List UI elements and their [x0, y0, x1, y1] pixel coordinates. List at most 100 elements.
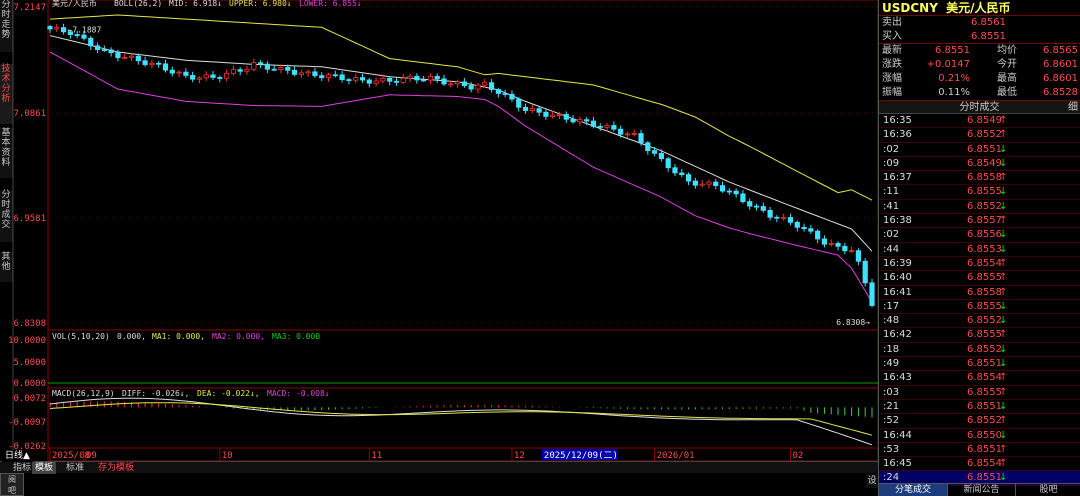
trade-direction-icon: ↓	[999, 243, 1008, 255]
period-selector[interactable]: 日线▲	[2, 450, 33, 462]
tab-other[interactable]: 其他	[0, 252, 13, 282]
candle-body	[713, 181, 719, 187]
macd-diff-line	[49, 397, 873, 446]
indicator-label: DEA: -0.022↓,	[197, 389, 260, 398]
trade-direction-icon: ↓	[999, 200, 1008, 212]
tab-intraday-trades[interactable]: 分时成交	[0, 190, 13, 242]
stat-value: 6.8528	[1043, 87, 1078, 98]
tab-fundamentals[interactable]: 基本资料	[0, 128, 13, 178]
buy-row: 买入 6.8551	[879, 30, 1080, 44]
trade-price: 6.8558	[967, 172, 1002, 184]
trade-row[interactable]: :02 6.8551 ↓	[879, 143, 1080, 157]
trade-row[interactable]: :18 6.8552 ↓	[879, 343, 1080, 358]
trade-price: 6.8552	[967, 343, 1002, 355]
candle-body	[658, 152, 665, 160]
trade-row[interactable]: :03 6.8555 ↑	[879, 386, 1080, 400]
trades-list[interactable]: 16:35 6.8549 ↑ 16:36 6.8552 ↑:02 6.8551 ↓:09 6.8…	[879, 114, 1080, 486]
side-mini-button[interactable]: 阅 吧	[0, 473, 24, 496]
sell-row: 卖出 6.8561	[879, 16, 1080, 30]
tab-tick-trades[interactable]: 分笔成交	[879, 484, 947, 496]
tab-save-template[interactable]: 存为模板	[95, 462, 137, 474]
tab-news[interactable]: 新闻公告	[947, 484, 1015, 496]
volume-tick-label: 0.0000	[13, 379, 46, 389]
settings-button[interactable]: 设	[866, 474, 878, 488]
tab-forum[interactable]: 股吧	[1015, 484, 1080, 496]
chart-title: 美元/人民币	[52, 0, 97, 8]
stat-value: 6.8601	[1043, 59, 1078, 70]
trade-row[interactable]: :21 6.8551 ↓	[879, 400, 1080, 415]
candle-body	[190, 75, 196, 80]
candle-body	[869, 282, 875, 306]
macd-tick-label: 0.0072	[13, 394, 46, 404]
candle-body	[319, 75, 325, 79]
sell-price: 6.8561	[971, 17, 1006, 28]
candle-body	[652, 150, 658, 154]
trade-time: 16:41	[883, 286, 912, 298]
symbol-name: 美元/人民币	[946, 1, 1011, 15]
trade-row[interactable]: :44 6.8553 ↓	[879, 243, 1080, 257]
candle-body	[495, 89, 501, 94]
trade-row[interactable]: 16:45 6.8554 ↑	[879, 457, 1080, 472]
candle-body	[645, 142, 651, 152]
candle-body	[455, 81, 461, 85]
trade-direction-icon: ↓	[999, 186, 1008, 198]
trade-row[interactable]: :53 6.8551 ↑	[879, 443, 1080, 458]
trade-row[interactable]: :52 6.8552 ↑	[879, 414, 1080, 429]
date-label: 09	[86, 451, 97, 461]
candle-body	[590, 120, 597, 127]
trade-time: :02	[883, 143, 900, 155]
buy-price: 6.8551	[971, 31, 1006, 42]
candle-body	[685, 174, 692, 182]
trade-row[interactable]: 16:38 6.8557 ↑	[879, 214, 1080, 229]
candle-body	[244, 68, 250, 72]
trade-row[interactable]: :17 6.8555 ↓	[879, 300, 1080, 315]
candle-body	[672, 167, 678, 174]
tab-template[interactable]: 模板	[32, 462, 57, 474]
candle-body	[393, 80, 400, 83]
stat-label: 最低	[997, 87, 1017, 98]
trade-row[interactable]: 16:37 6.8558 ↑	[879, 171, 1080, 186]
candle-body	[264, 63, 270, 70]
trade-row[interactable]: 16:41 6.8558 ↑	[879, 286, 1080, 300]
candle-body	[747, 201, 753, 207]
trade-row[interactable]: 16:36 6.8552 ↑	[879, 128, 1080, 143]
trade-price: 6.8553	[967, 243, 1002, 255]
candle-body	[359, 77, 366, 81]
trade-row[interactable]: :49 6.8551 ↓	[879, 357, 1080, 372]
candle-body	[149, 62, 155, 66]
detail-toggle[interactable]: 细	[1068, 101, 1078, 115]
trade-row[interactable]: :02 6.8556 ↓	[879, 228, 1080, 243]
candle-body	[584, 119, 590, 122]
trade-time: :53	[883, 443, 900, 455]
trade-row[interactable]: :09 6.8549 ↓	[879, 157, 1080, 172]
candle-body	[461, 81, 467, 86]
boll-upper-line	[49, 14, 873, 201]
trade-price: 6.8554	[967, 458, 1002, 470]
candle-body	[441, 78, 447, 85]
trade-time: :44	[883, 243, 900, 255]
trade-price: 6.8555	[967, 272, 1002, 284]
candle-body	[142, 60, 148, 66]
trade-row[interactable]: 16:39 6.8554 ↑	[879, 257, 1080, 272]
tab-intraday[interactable]: 分时走势	[0, 0, 13, 52]
candle-body	[101, 49, 107, 52]
kline-chart[interactable]: 7.2147 7.0861 6.9581 6.8308 10.0000 5.0000 0.0…	[0, 0, 878, 461]
trade-row[interactable]: :48 6.8552 ↓	[879, 314, 1080, 329]
candle-body	[257, 62, 264, 65]
price-tick-label: 6.8308	[13, 319, 46, 329]
candle-body	[122, 56, 128, 59]
tab-standard[interactable]: 标准	[63, 462, 87, 474]
tab-technical[interactable]: 技术分析	[0, 64, 13, 124]
quote-panel: USDCNY 美元/人民币 卖出 6.8561 买入 6.8551 最新 6.85…	[878, 0, 1080, 496]
trade-row[interactable]: 16:43 6.8554 ↑	[879, 371, 1080, 386]
trade-row[interactable]: 16:42 6.8555 ↑	[879, 328, 1080, 343]
trade-row[interactable]: 16:35 6.8549 ↑	[879, 114, 1080, 129]
trade-row[interactable]: 16:44 6.8550 ↓	[879, 429, 1080, 443]
trades-title: 分时成交	[959, 102, 1000, 113]
candle-body	[597, 126, 603, 128]
trade-row[interactable]: 16:40 6.8555 ↑	[879, 271, 1080, 286]
trade-price: 6.8549	[967, 157, 1002, 169]
trade-row[interactable]: :11 6.8555 ↓	[879, 185, 1080, 200]
candle-body	[828, 243, 834, 245]
trade-row[interactable]: :41 6.8552 ↓	[879, 200, 1080, 215]
